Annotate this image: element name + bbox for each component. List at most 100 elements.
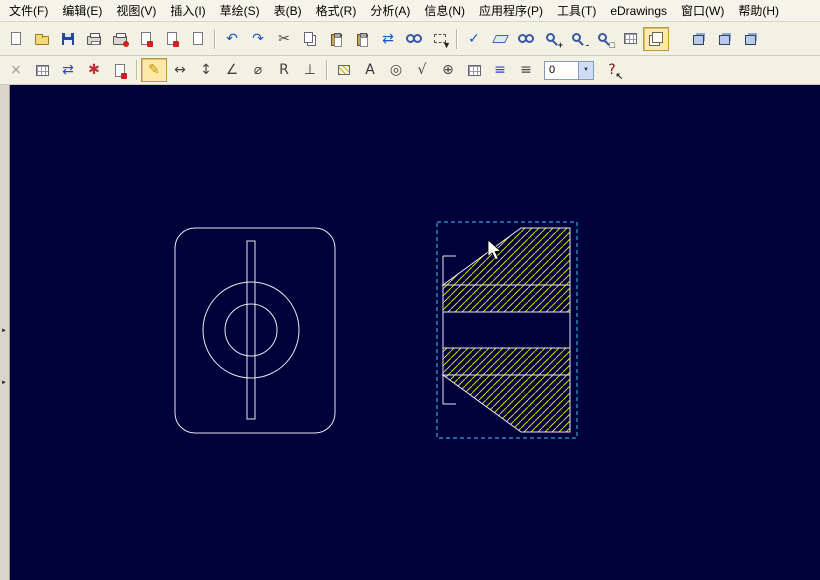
menu-sketch[interactable]: 草绘(S) [213, 0, 267, 22]
menu-edit[interactable]: 编辑(E) [55, 0, 109, 22]
repaint-icon: ✓ [468, 30, 480, 47]
value-combo-value[interactable]: 0 [545, 64, 578, 76]
properties-button[interactable] [185, 27, 211, 51]
menu-insert[interactable]: 插入(I) [163, 0, 212, 22]
front-view-keyway-slot [246, 240, 256, 420]
paste-icon [330, 32, 342, 47]
plane-icon [491, 34, 509, 43]
toolbar-main: ↶ ↷ ✂ ⇄ ▼ ✓ + - □ [0, 22, 820, 56]
geom-tolerance-button[interactable]: ⊕ [435, 58, 461, 82]
dim-radius-icon: R [279, 62, 289, 78]
regenerate-draft-icon: ✱ [88, 62, 100, 78]
menu-file[interactable]: 文件(F) [2, 0, 55, 22]
plot-button[interactable] [107, 27, 133, 51]
zoom-out-button[interactable]: - [565, 27, 591, 51]
send-mail-button[interactable] [159, 27, 185, 51]
new-file-button[interactable] [3, 27, 29, 51]
insert-dimension-button[interactable]: ✎ [141, 58, 167, 82]
dim-diameter-icon: ⌀ [253, 62, 263, 78]
dim-standard-button[interactable]: ↔ [167, 58, 193, 82]
menu-edrawings[interactable]: eDrawings [603, 1, 674, 21]
front-view[interactable] [174, 227, 336, 434]
undo-button[interactable]: ↶ [219, 27, 245, 51]
regenerate-model-icon: ⇄ [382, 30, 394, 47]
zoom-in-button[interactable]: + [539, 27, 565, 51]
delete-item-button[interactable]: × [3, 58, 29, 82]
mag-icon [545, 32, 555, 42]
menu-analysis[interactable]: 分析(A) [363, 0, 417, 22]
dim-ordinate-button[interactable]: ⊥ [297, 58, 323, 82]
mag-icon [571, 32, 581, 42]
zoom-refit-button[interactable]: □ [591, 27, 617, 51]
badge-icon: □ [609, 39, 615, 50]
dim-vertical-button[interactable]: ↕ [193, 58, 219, 82]
balloon-button[interactable]: ◎ [383, 58, 409, 82]
dim-diameter-button[interactable]: ⌀ [245, 58, 271, 82]
section-view[interactable] [436, 221, 578, 439]
menu-applications[interactable]: 应用程序(P) [472, 0, 550, 22]
dim-radius-button[interactable]: R [271, 58, 297, 82]
repeat-region-button[interactable]: ≡ [487, 58, 513, 82]
view-manager-button[interactable] [513, 27, 539, 51]
grid-icon [623, 33, 637, 44]
menu-window[interactable]: 窗口(W) [674, 0, 731, 22]
format-list-button[interactable]: ≡ [513, 58, 539, 82]
update-view-button[interactable]: ⇄ [55, 58, 81, 82]
dim-ordinate-icon: ⊥ [303, 62, 317, 78]
cut-button[interactable]: ✂ [271, 27, 297, 51]
surface-finish-button[interactable]: √ [409, 58, 435, 82]
modify-table-button[interactable] [29, 58, 55, 82]
cube-tool-button-2[interactable] [711, 27, 737, 51]
left-splitter-strip[interactable]: ► ► [0, 85, 10, 580]
redo-button[interactable]: ↷ [245, 27, 271, 51]
cube-tool-button-3[interactable] [737, 27, 763, 51]
datum-display-button[interactable] [487, 27, 513, 51]
regenerate-draft-button[interactable]: ✱ [81, 58, 107, 82]
dim-angle-button[interactable]: ∠ [219, 58, 245, 82]
insert-dimension-icon: ✎ [148, 62, 160, 78]
drawing-svg [174, 221, 578, 439]
menu-table[interactable]: 表(B) [267, 0, 309, 22]
menu-help[interactable]: 帮助(H) [731, 0, 786, 22]
dim-angle-icon: ∠ [225, 62, 239, 78]
cube-icon [692, 35, 704, 45]
print-button[interactable] [81, 27, 107, 51]
hatch-icon [338, 65, 350, 75]
copy-button[interactable] [297, 27, 323, 51]
menu-info[interactable]: 信息(N) [417, 0, 472, 22]
paste-button[interactable] [323, 27, 349, 51]
save-button[interactable] [55, 27, 81, 51]
splitter-arrow-icon[interactable]: ► [1, 328, 7, 334]
cut-icon: ✂ [278, 30, 290, 47]
note-button[interactable]: A [357, 58, 383, 82]
surface-finish-icon: √ [417, 62, 427, 78]
drawing-canvas[interactable] [10, 85, 820, 580]
badge-icon: - [586, 39, 589, 50]
table-button[interactable] [461, 58, 487, 82]
menu-tools[interactable]: 工具(T) [550, 0, 603, 22]
sheet-setup-button[interactable] [107, 58, 133, 82]
value-combo[interactable]: 0 ▼ [544, 60, 594, 80]
find-button[interactable] [401, 27, 427, 51]
splitter-arrow-icon[interactable]: ► [1, 380, 7, 386]
regenerate-model-button[interactable]: ⇄ [375, 27, 401, 51]
cube-tool-button-1[interactable] [685, 27, 711, 51]
export-button[interactable] [133, 27, 159, 51]
badge-icon: ▼ [442, 39, 451, 50]
saved-views-button[interactable] [617, 27, 643, 51]
toolbar-separator [456, 28, 458, 49]
binoc-icon [406, 34, 422, 43]
layers-button[interactable] [643, 26, 669, 51]
menu-format[interactable]: 格式(R) [309, 0, 364, 22]
value-combo-dropdown-icon[interactable]: ▼ [578, 61, 593, 79]
repaint-button[interactable]: ✓ [461, 27, 487, 51]
menu-view[interactable]: 视图(V) [109, 0, 163, 22]
toolbar-draft: × ⇄ ✱ ✎ ↔ ↕ ∠ ⌀ R ⊥ A ◎ √ ⊕ ≡ ≡ 0 ▼? ↖ [0, 56, 820, 85]
context-help-button[interactable]: ? ↖ [599, 58, 625, 82]
printer-icon [87, 33, 101, 45]
select-filter-button[interactable]: ▼ [427, 27, 453, 51]
hatch-button[interactable] [331, 58, 357, 82]
paste-special-button[interactable] [349, 27, 375, 51]
geom-tolerance-icon: ⊕ [442, 62, 454, 78]
open-file-button[interactable] [29, 27, 55, 51]
